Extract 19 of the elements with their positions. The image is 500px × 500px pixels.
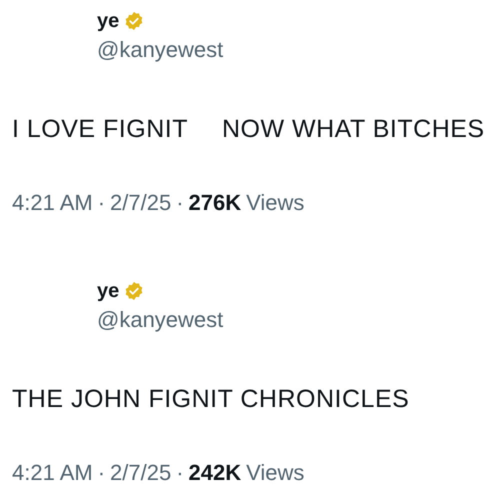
post-text: I LOVE FIGNIT (12, 114, 188, 144)
separator-dot: · (98, 460, 106, 486)
view-count: 242K (188, 460, 242, 486)
post-date[interactable]: 2/7/25 (110, 460, 172, 486)
views-label: Views (246, 460, 304, 486)
view-count: 276K (188, 190, 242, 216)
separator-dot: · (176, 190, 184, 216)
post-time[interactable]: 4:21 AM (12, 460, 93, 486)
post-time[interactable]: 4:21 AM (12, 190, 93, 216)
display-name[interactable]: ye (97, 278, 120, 304)
user-handle[interactable]: @kanyewest (97, 36, 224, 64)
post-text: NOW WHAT BITCHES (222, 114, 485, 144)
post-date[interactable]: 2/7/25 (110, 190, 172, 216)
post-text: THE JOHN FIGNIT CHRONICLES (12, 384, 410, 414)
views-label: Views (246, 190, 304, 216)
display-name[interactable]: ye (97, 8, 120, 34)
user-handle[interactable]: @kanyewest (97, 306, 224, 334)
separator-dot: · (98, 190, 106, 216)
separator-dot: · (176, 460, 184, 486)
